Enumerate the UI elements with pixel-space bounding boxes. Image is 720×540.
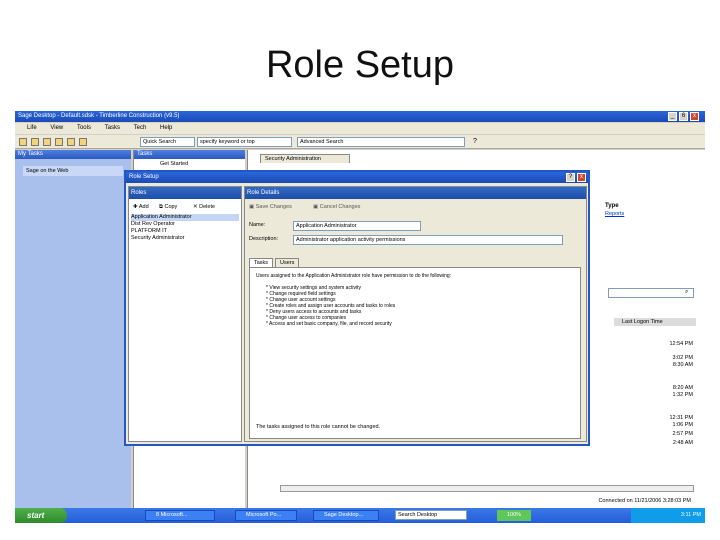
tasks-description: Users assigned to the Application Admini… — [256, 273, 576, 327]
sage-on-web-link[interactable]: Sage on the Web — [23, 166, 123, 176]
minimize-button[interactable]: _ — [668, 112, 677, 121]
tasks-header: Tasks — [134, 150, 245, 159]
add-role-button[interactable]: ✚ Add — [133, 204, 149, 210]
back-icon[interactable] — [19, 138, 27, 146]
window-titlebar: Sage Desktop - Default.sdsk - Timberline… — [15, 111, 705, 122]
logon-time: 12:54 PM — [669, 341, 693, 347]
logon-time: 1:06 PM — [672, 422, 693, 428]
close-button[interactable]: x — [690, 112, 699, 121]
taskbar: start 8 Microsoft... Microsoft Po... Sag… — [15, 508, 705, 523]
menu-item-tech[interactable]: Tech — [134, 125, 147, 131]
tab-security-administration[interactable]: Security Administration — [260, 154, 350, 163]
dialog-title: Role Setup — [126, 172, 588, 183]
folder-icon[interactable] — [31, 138, 39, 146]
system-tray: 3:11 PM — [631, 508, 705, 523]
role-details-header: Role Details — [245, 187, 586, 199]
horizontal-scrollbar[interactable] — [280, 485, 694, 492]
slide: Role Setup Sage Desktop - Default.sdsk -… — [0, 0, 720, 540]
save-changes-button[interactable]: ▣ Save Changes — [249, 204, 292, 210]
copy-role-button[interactable]: ⧉ Copy — [159, 204, 177, 211]
logon-time: 12:31 PM — [669, 415, 693, 421]
dialog-help-button[interactable]: ? — [566, 173, 575, 182]
roles-panel: Roles ✚ Add ⧉ Copy ✕ Delete Application … — [128, 186, 242, 442]
role-list-item[interactable]: Security Administrator — [131, 235, 239, 242]
search-field[interactable] — [608, 288, 694, 298]
role-list-item[interactable]: PLATFORM IT — [131, 228, 239, 235]
menu-bar: Life View Tools Tasks Tech Help — [15, 123, 705, 134]
menu-item-life[interactable]: Life — [27, 125, 37, 131]
logon-time: 8:20 AM — [672, 385, 693, 391]
get-started-link[interactable]: Get Started — [160, 161, 188, 167]
menu-item-view[interactable]: View — [50, 125, 63, 131]
tasks-tab-panel: Users assigned to the Application Admini… — [249, 267, 581, 439]
name-input[interactable]: Application Administrator — [293, 221, 421, 231]
save-icon[interactable] — [67, 138, 75, 146]
description-input[interactable]: Administrator application activity permi… — [293, 235, 563, 245]
cancel-changes-button[interactable]: ▣ Cancel Changes — [313, 204, 360, 210]
zoom-level[interactable]: 100% — [497, 510, 531, 521]
role-list-item[interactable]: Application Administrator — [131, 214, 239, 221]
print-icon[interactable] — [55, 138, 63, 146]
reports-link[interactable]: Reports — [605, 211, 624, 217]
role-setup-dialog: Role Setup ? x Roles ✚ Add ⧉ Copy ✕ Dele… — [124, 170, 590, 446]
help-pointer-icon[interactable]: ? — [473, 138, 477, 145]
connection-status: Connected on 11/21/2006 3:28:03 PM — [598, 498, 691, 504]
logon-time: 3:02 PM — [672, 355, 693, 361]
copy-label: Copy — [164, 204, 178, 210]
tasks-footer-note: The tasks assigned to this role cannot b… — [256, 424, 381, 430]
tab-users[interactable]: Users — [275, 258, 300, 267]
search-icon[interactable]: ⌕ — [685, 289, 688, 296]
role-list-item[interactable]: Dist Rev Operator — [131, 221, 239, 228]
role-details-panel: Role Details ▣ Save Changes ▣ Cancel Cha… — [244, 186, 587, 442]
add-label: Add — [138, 204, 149, 210]
clock: 3:11 PM — [680, 512, 701, 518]
save-label: Save Changes — [255, 204, 292, 210]
menu-item-tools[interactable]: Tools — [77, 125, 91, 131]
task-item: * Access and set basic company, file, an… — [266, 321, 392, 327]
quick-search-button[interactable]: Quick Search — [140, 137, 195, 147]
last-logon-column[interactable]: Last Logon Time — [614, 318, 696, 326]
help-icon[interactable] — [79, 138, 87, 146]
tasks-intro: Users assigned to the Application Admini… — [256, 273, 452, 279]
taskbar-item[interactable]: 8 Microsoft... — [145, 510, 215, 521]
my-tasks-pane: My Tasks Sage on the Web — [15, 150, 131, 508]
start-button[interactable]: start — [15, 508, 67, 523]
type-label: Type — [605, 203, 619, 209]
menu-item-tasks[interactable]: Tasks — [105, 125, 120, 131]
desktop-search-input[interactable]: Search Desktop — [395, 510, 467, 520]
advanced-search-dropdown[interactable]: Advanced Search — [297, 137, 465, 147]
quick-search-input[interactable]: specify keyword or top — [197, 137, 292, 147]
maximize-button[interactable]: 6 — [679, 112, 688, 121]
logon-time: 1:32 PM — [672, 392, 693, 398]
cancel-label: Cancel Changes — [319, 204, 361, 210]
name-label: Name: — [249, 222, 266, 228]
tab-tasks[interactable]: Tasks — [249, 258, 274, 267]
delete-role-button[interactable]: ✕ Delete — [193, 204, 215, 210]
taskbar-item[interactable]: Sage Desktop... — [313, 510, 379, 521]
description-label: Description: — [249, 236, 279, 242]
delete-label: Delete — [199, 204, 216, 210]
my-tasks-header: My Tasks — [15, 150, 131, 159]
screenshot: Sage Desktop - Default.sdsk - Timberline… — [15, 111, 705, 523]
dialog-close-button[interactable]: x — [577, 173, 586, 182]
taskbar-item[interactable]: Microsoft Po... — [235, 510, 297, 521]
logon-time: 8:30 AM — [672, 362, 693, 368]
logon-time: 2:57 PM — [672, 431, 693, 437]
logon-time: 2:48 AM — [672, 440, 693, 446]
slide-title: Role Setup — [265, 44, 454, 86]
roles-header: Roles — [129, 187, 241, 199]
home-icon[interactable] — [43, 138, 51, 146]
menu-item-help[interactable]: Help — [160, 125, 172, 131]
window-title: Sage Desktop - Default.sdsk - Timberline… — [18, 113, 180, 119]
toolbar: Quick Search specify keyword or top Adva… — [15, 135, 705, 149]
